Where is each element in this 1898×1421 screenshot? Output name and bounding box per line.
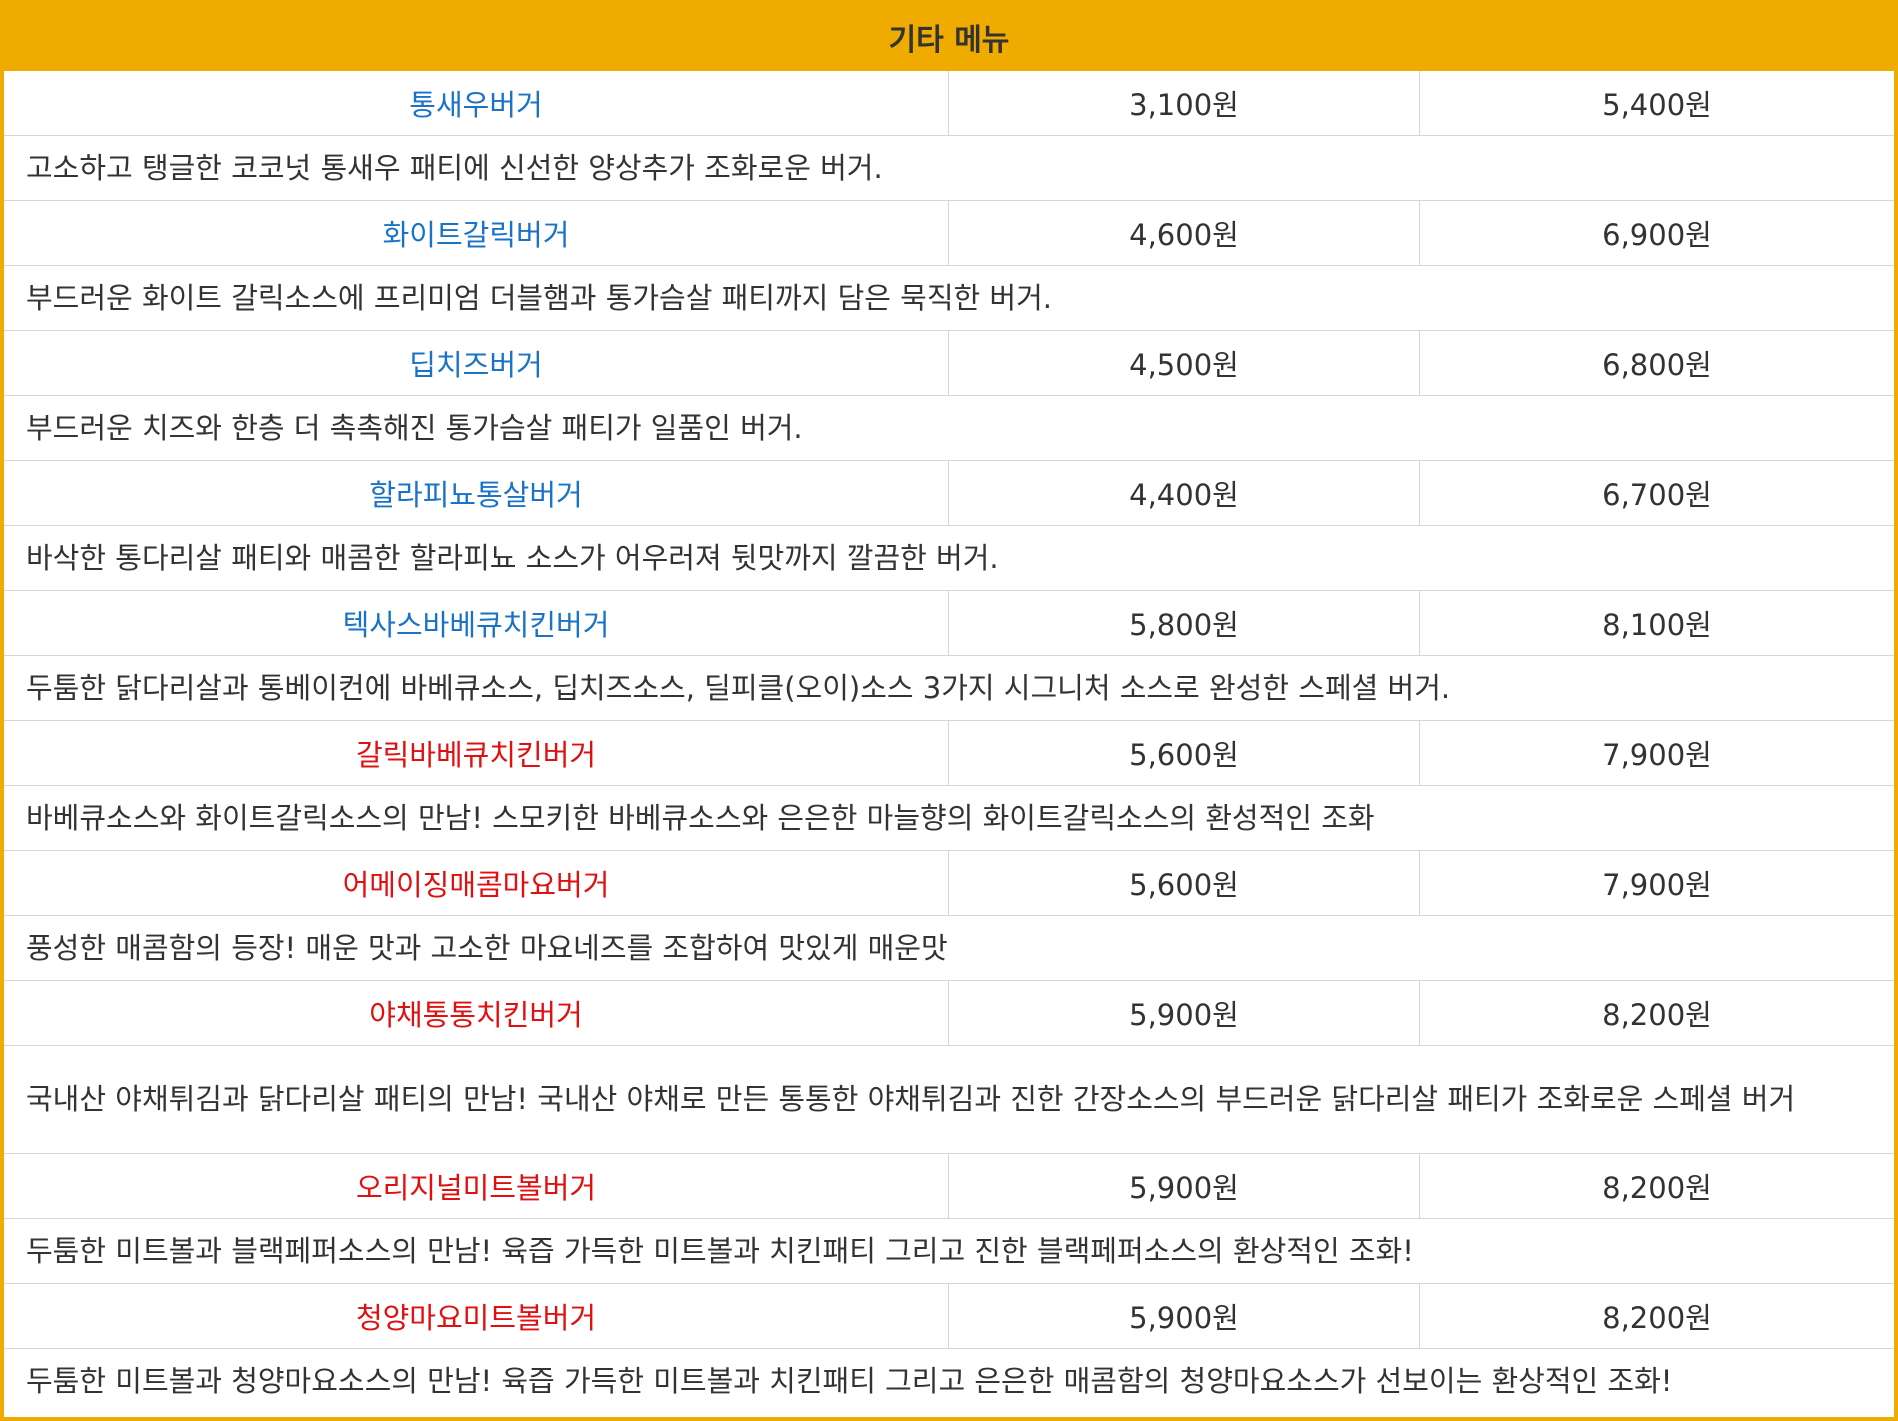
- menu-item-description: 풍성한 매콤함의 등장! 매운 맛과 고소한 마요네즈를 조합하여 맛있게 매운…: [4, 916, 1894, 981]
- menu-item-description: 국내산 야채튀김과 닭다리살 패티의 만남! 국내산 야채로 만든 통통한 야채…: [4, 1046, 1894, 1154]
- set-price: 6,700원: [1602, 478, 1712, 512]
- single-price: 4,500원: [949, 331, 1420, 395]
- menu-item-name[interactable]: 어메이징매콤마요버거: [4, 851, 949, 915]
- single-price: 5,900원: [949, 981, 1420, 1045]
- menu-item-name[interactable]: 할라피뇨통살버거: [4, 461, 949, 525]
- menu-item-name[interactable]: 통새우버거: [4, 71, 949, 135]
- menu-item-description: 두툼한 미트볼과 블랙페퍼소스의 만남! 육즙 가득한 미트볼과 치킨패티 그리…: [4, 1219, 1894, 1284]
- menu-item-name[interactable]: 텍사스바베큐치킨버거: [4, 591, 949, 655]
- menu-item-row: 오리지널미트볼버거 5,900원 8,200원: [4, 1154, 1894, 1219]
- menu-item-row: 할라피뇨통살버거 4,400원 6,700원: [4, 461, 1894, 526]
- menu-item-row: 화이트갈릭버거 4,600원 6,900원: [4, 201, 1894, 266]
- menu-item-row: 갈릭바베큐치킨버거 5,600원 7,900원: [4, 721, 1894, 786]
- single-price: 4,400원: [949, 461, 1420, 525]
- menu-item-name[interactable]: 청양마요미트볼버거: [4, 1284, 949, 1348]
- menu-item-description: 부드러운 화이트 갈릭소스에 프리미엄 더블햄과 통가슴살 패티까지 담은 묵직…: [4, 266, 1894, 331]
- set-price: 6,900원: [1602, 218, 1712, 252]
- menu-item-name[interactable]: 딥치즈버거: [4, 331, 949, 395]
- menu-item-name[interactable]: 야채통통치킨버거: [4, 981, 949, 1045]
- single-price: 4,600원: [949, 201, 1420, 265]
- menu-item-description: 두툼한 미트볼과 청양마요소스의 만남! 육즙 가득한 미트볼과 치킨패티 그리…: [26, 1364, 1673, 1398]
- menu-table: 기타 메뉴 통새우버거 3,100원 5,400원고소하고 탱글한 코코넛 통새우 …: [0, 0, 1898, 1421]
- menu-item-row: 딥치즈버거 4,500원 6,800원: [4, 331, 1894, 396]
- set-price: 7,900원: [1602, 868, 1712, 902]
- single-price: 5,900원: [949, 1154, 1420, 1218]
- menu-item-row: 어메이징매콤마요버거 5,600원 7,900원: [4, 851, 1894, 916]
- menu-item-description: 고소하고 탱글한 코코넛 통새우 패티에 신선한 양상추가 조화로운 버거.: [4, 136, 1894, 201]
- menu-rows: 통새우버거 3,100원 5,400원고소하고 탱글한 코코넛 통새우 패티에 신선…: [4, 71, 1894, 1414]
- menu-item-row: 통새우버거 3,100원 5,400원: [4, 71, 1894, 136]
- single-price: 5,900원: [949, 1284, 1420, 1348]
- menu-item-name[interactable]: 화이트갈릭버거: [4, 201, 949, 265]
- set-price: 8,200원: [1602, 1301, 1712, 1335]
- set-price: 6,800원: [1602, 348, 1712, 382]
- set-price: 5,400원: [1602, 88, 1712, 122]
- single-price: 5,600원: [949, 721, 1420, 785]
- single-price: 3,100원: [949, 71, 1420, 135]
- menu-item-description: 두툼한 닭다리살과 통베이컨에 바베큐소스, 딥치즈소스, 딜피클(오이)소스 …: [4, 656, 1894, 721]
- single-price: 5,800원: [949, 591, 1420, 655]
- menu-item-description: 바베큐소스와 화이트갈릭소스의 만남! 스모키한 바베큐소스와 은은한 마늘향의…: [4, 786, 1894, 851]
- menu-item-name[interactable]: 갈릭바베큐치킨버거: [4, 721, 949, 785]
- menu-item-description: 부드러운 치즈와 한층 더 촉촉해진 통가슴살 패티가 일품인 버거.: [4, 396, 1894, 461]
- menu-item-name[interactable]: 오리지널미트볼버거: [4, 1154, 949, 1218]
- set-price: 7,900원: [1602, 738, 1712, 772]
- set-price: 8,200원: [1602, 1171, 1712, 1205]
- menu-item-row: 텍사스바베큐치킨버거 5,800원 8,100원: [4, 591, 1894, 656]
- single-price: 5,600원: [949, 851, 1420, 915]
- set-price: 8,100원: [1602, 608, 1712, 642]
- menu-item-row: 야채통통치킨버거 5,900원 8,200원: [4, 981, 1894, 1046]
- set-price: 8,200원: [1602, 998, 1712, 1032]
- table-header: 기타 메뉴: [4, 4, 1894, 71]
- menu-item-description: 바삭한 통다리살 패티와 매콤한 할라피뇨 소스가 어우러져 뒷맛까지 깔끔한 …: [4, 526, 1894, 591]
- menu-item-row: 청양마요미트볼버거 5,900원 8,200원: [4, 1284, 1894, 1349]
